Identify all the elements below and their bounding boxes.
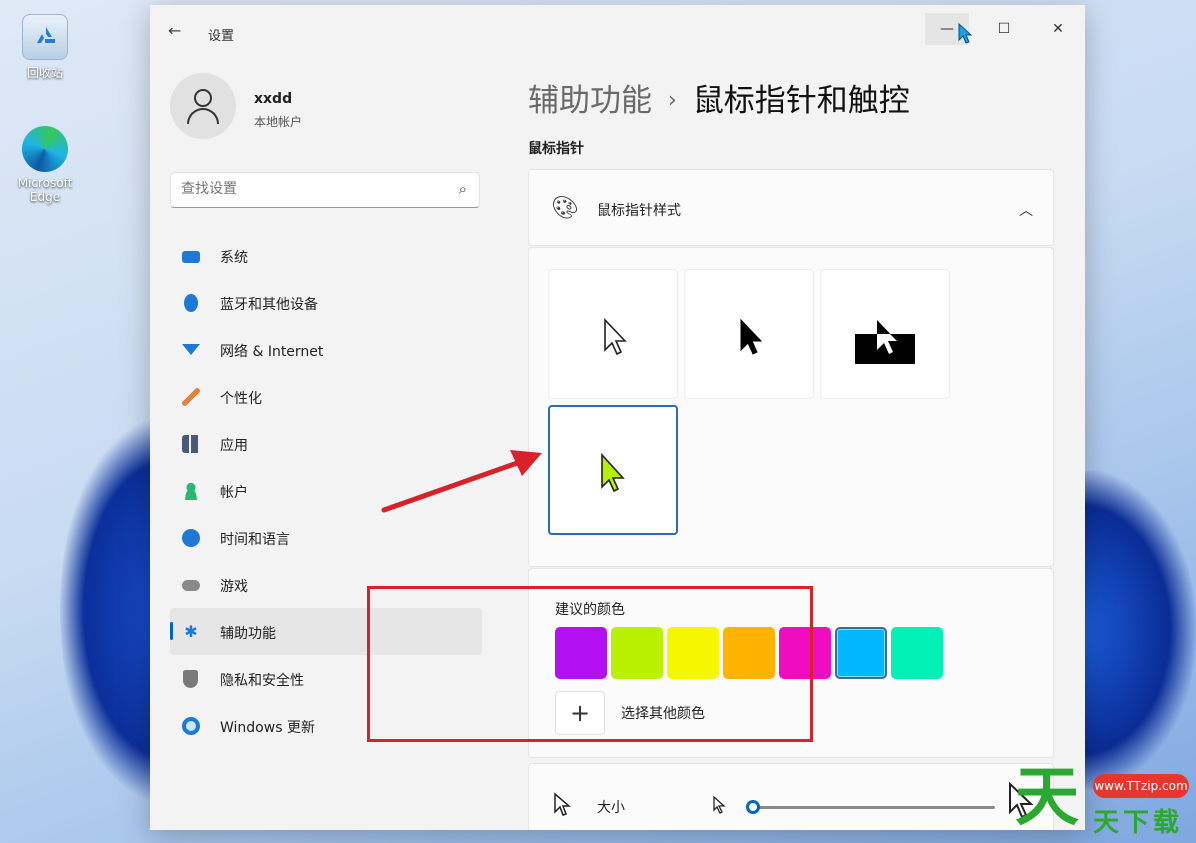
- pointer-style-inverted[interactable]: [820, 269, 950, 399]
- sidebar-item-label: 网络 & Internet: [220, 344, 324, 360]
- annotation-arrow: [381, 450, 542, 513]
- size-slider-track[interactable]: [747, 806, 995, 809]
- wifi-icon: [182, 344, 200, 355]
- pointer-style-black[interactable]: [684, 269, 814, 399]
- pointer-size-row: 大小: [528, 763, 1054, 830]
- cursor-size-icon: [554, 792, 572, 816]
- sidebar-item-personalization[interactable]: 个性化: [170, 373, 482, 420]
- section-title: 鼠标指针: [528, 141, 584, 157]
- watermark-text: 天下载: [1093, 808, 1184, 838]
- watermark-logo: 天 www.TTzip.com 天下载: [1015, 762, 1195, 840]
- pointer-style-options: [528, 247, 1054, 567]
- sidebar-item-label: Windows 更新: [220, 720, 315, 736]
- search-box[interactable]: ⌕: [170, 172, 480, 208]
- sidebar-item-label: 蓝牙和其他设备: [220, 297, 318, 313]
- color-swatch[interactable]: [835, 627, 887, 679]
- update-icon: [182, 717, 200, 735]
- shield-icon: [183, 670, 198, 688]
- pointer-style-header[interactable]: 🎨︎ 鼠标指针样式 ︿: [528, 169, 1054, 246]
- cursor-custom-icon: [601, 452, 625, 493]
- pointer-style-white[interactable]: [548, 269, 678, 399]
- user-name: xxdd: [254, 91, 293, 107]
- sidebar-item-system[interactable]: 系统: [170, 232, 482, 279]
- desktop-icon-label: Microsoft Edge: [17, 176, 73, 204]
- watermark-url: www.TTzip.com: [1093, 774, 1189, 798]
- account-type: 本地帐户: [254, 115, 303, 129]
- sidebar-item-label: 辅助功能: [220, 626, 276, 642]
- desktop-icon-edge[interactable]: Microsoft Edge: [10, 126, 80, 204]
- breadcrumb-parent[interactable]: 辅助功能: [528, 83, 652, 119]
- recycle-bin-icon: [22, 14, 68, 60]
- color-swatch[interactable]: [891, 627, 943, 679]
- sidebar-item-label: 系统: [220, 250, 248, 266]
- user-profile[interactable]: xxdd 本地帐户: [170, 73, 302, 139]
- sidebar-item-label: 个性化: [220, 391, 262, 407]
- page-title: 鼠标指针和触控: [692, 83, 910, 119]
- size-slider-thumb[interactable]: [746, 800, 760, 814]
- cursor-inverted-icon: [855, 320, 915, 364]
- pointer-style-custom[interactable]: [548, 405, 678, 535]
- small-cursor-icon: [713, 796, 726, 814]
- watermark-big-char: 天: [1015, 761, 1079, 835]
- account-icon: [182, 482, 200, 500]
- avatar: [170, 73, 236, 139]
- sidebar-item-label: 隐私和安全性: [220, 673, 304, 689]
- annotation-highlight-box: [367, 586, 813, 742]
- accessibility-icon: ✱: [184, 622, 198, 641]
- active-indicator: [170, 622, 173, 640]
- sidebar-item-label: 应用: [220, 438, 248, 454]
- gamepad-icon: [182, 580, 200, 591]
- app-title: 设置: [208, 29, 235, 44]
- apps-icon: [182, 435, 200, 453]
- brush-icon: [182, 388, 200, 406]
- back-arrow-icon[interactable]: ←: [168, 21, 181, 40]
- cursor-white-icon: [604, 318, 627, 356]
- system-icon: [182, 251, 200, 263]
- chevron-up-icon[interactable]: ︿: [1019, 200, 1033, 220]
- sidebar-item-label: 时间和语言: [220, 532, 290, 548]
- edge-icon: [22, 126, 68, 172]
- breadcrumb: 辅助功能 › 鼠标指针和触控: [528, 75, 910, 120]
- breadcrumb-separator-icon: ›: [668, 88, 677, 113]
- search-icon[interactable]: ⌕: [459, 180, 467, 198]
- search-input[interactable]: [181, 181, 441, 197]
- globe-clock-icon: [182, 529, 200, 547]
- sidebar-item-network[interactable]: 网络 & Internet: [170, 326, 482, 373]
- sidebar-item-time-language[interactable]: 时间和语言: [170, 514, 482, 561]
- sidebar-item-label: 游戏: [220, 579, 248, 595]
- pointer-style-label: 鼠标指针样式: [597, 203, 681, 219]
- desktop-icon-label: 回收站: [26, 66, 63, 80]
- bluetooth-icon: [184, 294, 198, 312]
- palette-icon: 🎨︎: [551, 196, 579, 221]
- sidebar-item-label: 帐户: [220, 485, 248, 501]
- size-label: 大小: [597, 800, 625, 816]
- sidebar-item-bluetooth[interactable]: 蓝牙和其他设备: [170, 279, 482, 326]
- cursor-black-icon: [740, 318, 763, 355]
- desktop-icon-recycle-bin[interactable]: 回收站: [10, 14, 80, 81]
